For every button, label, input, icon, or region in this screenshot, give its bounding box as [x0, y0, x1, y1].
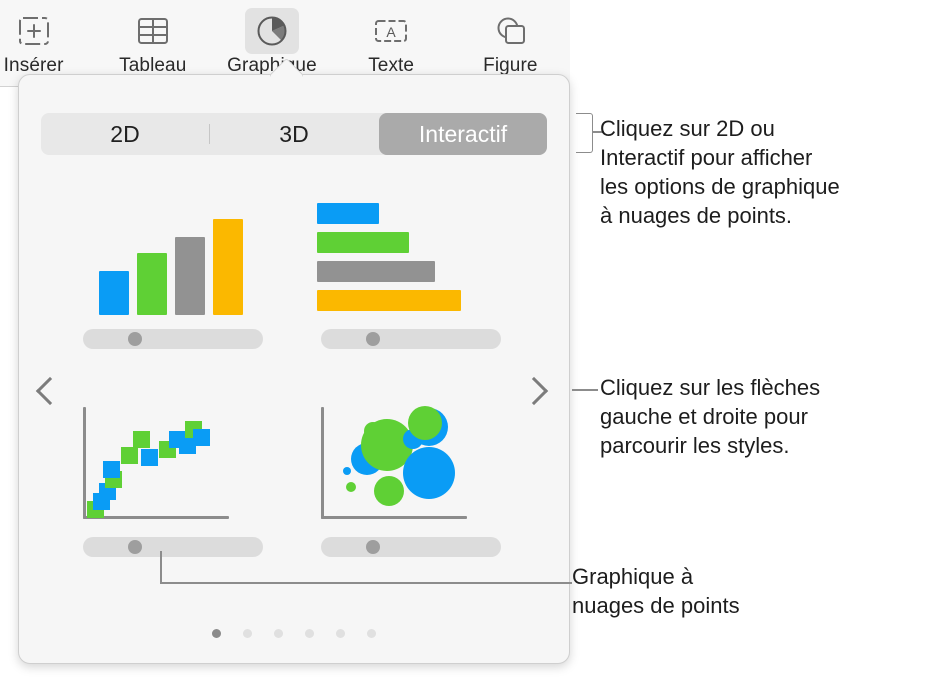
segment-interactif[interactable]: Interactif	[379, 113, 547, 155]
toolbar-item-texte[interactable]: A Texte	[339, 8, 443, 77]
segment-2d[interactable]: 2D	[41, 113, 209, 155]
bar-bar	[317, 203, 379, 224]
bar-bar	[317, 290, 461, 311]
slider-knob[interactable]	[365, 332, 380, 346]
shapes-icon	[497, 17, 526, 44]
scatter-marker	[141, 449, 158, 466]
chart-style-grid	[19, 171, 569, 631]
pagination-dot[interactable]	[336, 628, 345, 638]
bubble-x-axis	[321, 516, 467, 519]
scatter-marker	[121, 447, 138, 464]
column-chart-slider[interactable]	[83, 329, 263, 349]
slider-knob[interactable]	[127, 332, 142, 346]
chart-thumb-scatter[interactable]	[71, 393, 279, 575]
chart-pie-icon-box	[244, 8, 299, 54]
toolbar-item-tableau[interactable]: Tableau	[101, 8, 205, 77]
callout-leader-3-vertical	[160, 551, 162, 583]
bubble-marker	[408, 406, 442, 440]
bubble-chart-slider[interactable]	[321, 537, 501, 557]
pagination-dot[interactable]	[243, 628, 252, 638]
bar-bar	[317, 261, 435, 282]
scatter-marker	[193, 429, 210, 446]
scatter-marker	[133, 431, 150, 448]
shapes-icon-box	[483, 8, 537, 54]
slider-knob[interactable]	[365, 540, 380, 554]
callout-scatter-chart: Graphique à nuages de points	[572, 564, 740, 618]
pagination-dot[interactable]	[367, 628, 376, 638]
callout-bracket-1	[576, 113, 593, 153]
pagination-dot[interactable]	[212, 628, 221, 638]
text-box-icon: A	[375, 20, 408, 42]
chevron-right-icon	[519, 376, 549, 406]
chart-picker-popover: 2D 3D Interactif	[18, 74, 570, 664]
scatter-x-axis	[83, 516, 229, 519]
callout-2d-interactif: Cliquez sur 2D ou Interactif pour affich…	[600, 116, 840, 228]
segment-3d[interactable]: 3D	[210, 113, 378, 155]
bubble-marker	[346, 482, 356, 492]
scatter-marker	[103, 461, 120, 478]
svg-text:A: A	[386, 24, 396, 40]
prev-style-arrow[interactable]	[33, 369, 67, 413]
column-chart-art	[71, 185, 279, 325]
bar-bar	[317, 232, 409, 253]
pagination-dots[interactable]	[19, 621, 569, 645]
callout-leader-3-horizontal	[160, 582, 572, 584]
bubble-chart-art	[309, 393, 517, 533]
scatter-y-axis	[83, 407, 86, 519]
insert-icon	[18, 17, 49, 45]
table-icon-box	[126, 8, 180, 54]
column-bar	[175, 237, 205, 315]
chart-pie-icon	[257, 16, 287, 46]
toolbar-item-figure[interactable]: Figure	[458, 8, 562, 77]
next-style-arrow[interactable]	[517, 369, 551, 413]
scatter-chart-slider[interactable]	[83, 537, 263, 557]
chart-thumb-bubble[interactable]	[309, 393, 517, 575]
toolbar-item-inserer[interactable]: Insérer	[0, 8, 86, 77]
bar-chart-slider[interactable]	[321, 329, 501, 349]
column-bar	[213, 219, 243, 315]
bubble-y-axis	[321, 407, 324, 519]
callout-leader-2	[572, 389, 598, 391]
bar-chart-art	[309, 185, 517, 325]
slider-knob[interactable]	[127, 540, 142, 554]
pagination-dot[interactable]	[305, 628, 314, 638]
table-icon	[137, 18, 168, 44]
bubble-marker	[403, 447, 455, 499]
bubble-marker	[374, 476, 404, 506]
column-bar	[137, 253, 167, 315]
chart-thumb-bar[interactable]	[309, 185, 517, 367]
chart-thumb-column[interactable]	[71, 185, 279, 367]
scatter-chart-art	[71, 393, 279, 533]
chart-type-segmented-control[interactable]: 2D 3D Interactif	[41, 113, 547, 155]
chevron-left-icon	[35, 376, 65, 406]
text-box-icon-box: A	[364, 8, 418, 54]
insert-icon-box	[7, 8, 61, 54]
callout-arrows: Cliquez sur les flèches gauche et droite…	[600, 375, 821, 458]
bubble-marker	[343, 467, 351, 475]
column-bar	[99, 271, 129, 315]
pagination-dot[interactable]	[274, 628, 283, 638]
popover-pointer	[268, 57, 304, 77]
